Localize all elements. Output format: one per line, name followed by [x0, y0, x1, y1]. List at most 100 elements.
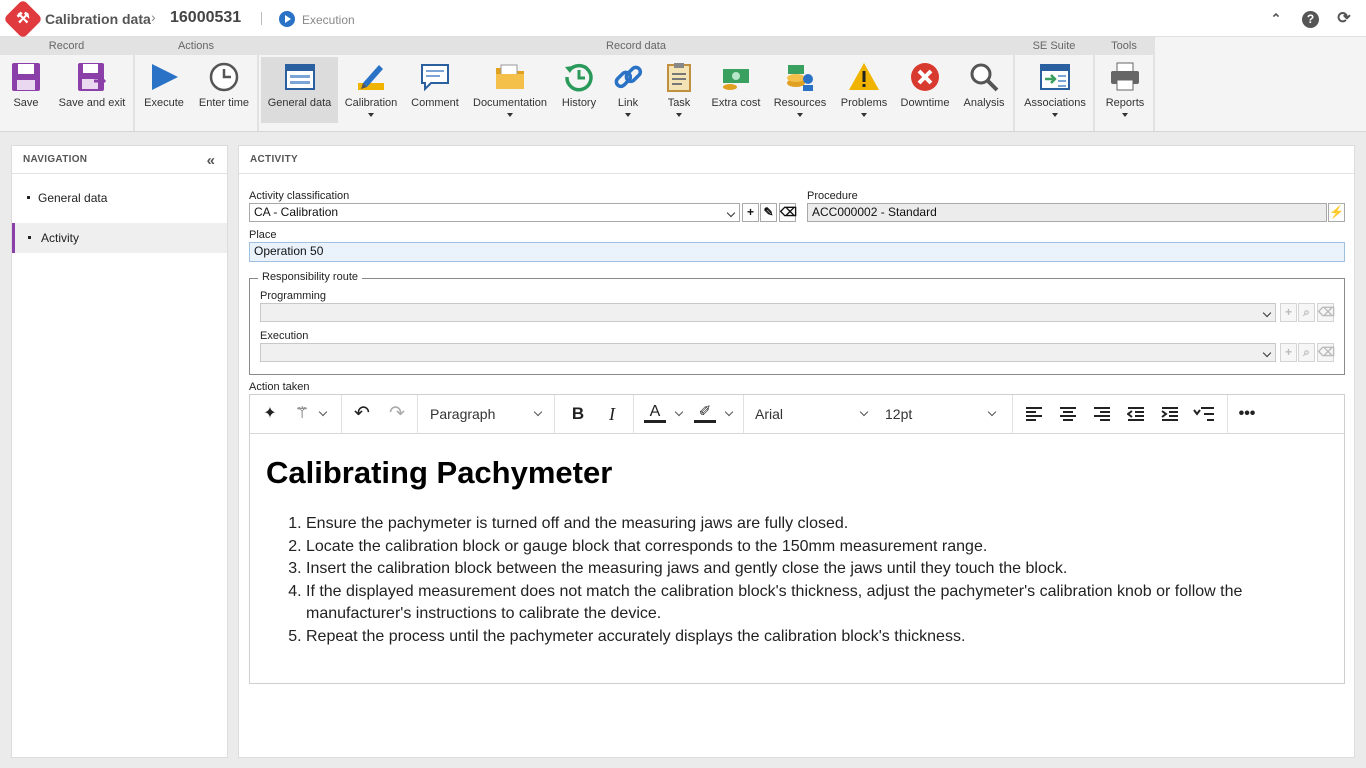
dropdown-caret	[368, 113, 374, 117]
ai-sparkle-icon[interactable]: ✦	[258, 403, 282, 425]
magic-wand-icon[interactable]: ⚚	[290, 403, 314, 425]
nav-item-general-data[interactable]: General data	[12, 183, 227, 213]
resources-button[interactable]: Resources	[769, 57, 831, 123]
navigation-panel: NAVIGATION « General data Activity	[11, 145, 228, 758]
italic-icon[interactable]: I	[600, 403, 624, 425]
toolbar-divider	[341, 395, 342, 434]
list-item: Repeat the process until the pachymeter …	[306, 626, 1328, 649]
clear-eraser-icon: ⌫	[1317, 303, 1335, 322]
history-button[interactable]: History	[555, 57, 603, 123]
group-header: SE Suite	[1015, 37, 1093, 55]
add-icon: +	[1280, 343, 1297, 362]
text-color-icon[interactable]: A	[644, 403, 666, 423]
calibration-button[interactable]: Calibration	[341, 57, 401, 123]
analysis-button[interactable]: Analysis	[958, 57, 1010, 123]
clock-icon	[209, 62, 239, 92]
chevron-down-icon[interactable]	[987, 407, 997, 417]
lightning-icon[interactable]: ⚡	[1328, 203, 1345, 222]
align-left-icon[interactable]	[1025, 407, 1043, 421]
printer-icon	[1111, 62, 1139, 91]
font-family-select[interactable]: Arial	[755, 406, 783, 422]
steps-list: Ensure the pachymeter is turned off and …	[266, 513, 1328, 648]
folder-icon	[496, 64, 524, 89]
ribbon-group-actions: Actions Execute Enter time	[135, 37, 259, 131]
app-logo[interactable]: ⚒	[3, 0, 43, 39]
toolbar-divider	[554, 395, 555, 434]
editor-content[interactable]: Calibrating Pachymeter Ensure the pachym…	[266, 455, 1328, 648]
chevron-down-icon[interactable]	[674, 407, 684, 417]
align-right-icon[interactable]	[1093, 407, 1111, 421]
record-id: 16000531	[170, 9, 242, 26]
comment-button[interactable]: Comment	[406, 57, 464, 123]
play-icon	[152, 64, 178, 90]
procedure-label: Procedure	[807, 190, 858, 202]
block-format-select[interactable]: Paragraph	[430, 406, 495, 422]
dropdown-caret	[797, 113, 803, 117]
nav-item-activity[interactable]: Activity	[12, 223, 227, 253]
navigation-header: NAVIGATION	[12, 146, 227, 174]
help-icon[interactable]: ?	[1302, 11, 1319, 28]
problems-button[interactable]: Problems	[835, 57, 893, 123]
chevron-down-icon[interactable]	[533, 407, 543, 417]
activity-classification-select[interactable]: CA - Calibration	[249, 203, 740, 222]
save-and-exit-button[interactable]: Save and exit	[54, 57, 130, 123]
indent-icon[interactable]	[1161, 407, 1179, 421]
divider	[261, 12, 262, 25]
ribbon-group-se-suite: SE Suite Associations	[1015, 37, 1095, 131]
collapse-left-icon[interactable]: «	[207, 152, 215, 169]
module-title[interactable]: Calibration data	[45, 11, 151, 27]
link-button[interactable]: Link	[607, 57, 649, 123]
collapse-up-icon[interactable]: ⌃	[1268, 11, 1284, 27]
chevron-down-icon[interactable]	[859, 407, 869, 417]
execution-select[interactable]	[260, 343, 1276, 362]
dropdown-caret	[625, 113, 631, 117]
undo-icon[interactable]: ↶	[350, 403, 374, 425]
associations-icon	[1040, 64, 1070, 90]
warning-icon	[849, 63, 879, 90]
resources-icon	[787, 65, 813, 91]
refresh-icon[interactable]: ⟳	[1336, 11, 1352, 27]
dropdown-caret	[861, 113, 867, 117]
general-data-button[interactable]: General data	[261, 57, 338, 123]
dropdown-caret	[1122, 113, 1128, 117]
outdent-icon[interactable]	[1127, 407, 1145, 421]
redo-icon[interactable]: ↷	[385, 403, 409, 425]
highlight-icon[interactable]: ✐	[694, 403, 716, 423]
clear-eraser-icon[interactable]: ⌫	[779, 203, 797, 222]
place-input[interactable]: Operation 50	[249, 242, 1345, 262]
more-options-icon[interactable]: •••	[1235, 403, 1259, 425]
chevron-right-icon: ›	[151, 9, 156, 25]
activity-classification-label: Activity classification	[249, 190, 350, 202]
align-center-icon[interactable]	[1059, 407, 1077, 421]
content-heading: Calibrating Pachymeter	[266, 455, 613, 490]
bold-icon[interactable]: B	[566, 403, 590, 425]
extra-cost-button[interactable]: Extra cost	[706, 57, 766, 123]
ribbon-toolbar: Record Save Save and exit Actions Execut…	[0, 37, 1366, 132]
rich-text-editor: ✦ ⚚ ↶ ↷ Paragraph B I A ✐ Arial 12pt •••…	[249, 394, 1345, 684]
comment-icon	[421, 64, 449, 92]
execute-button[interactable]: Execute	[139, 57, 189, 123]
line-height-icon[interactable]	[1193, 407, 1215, 421]
execution-label: Execution	[260, 330, 309, 342]
magnifier-icon	[970, 63, 999, 92]
history-icon	[565, 63, 593, 92]
edit-pencil-icon[interactable]: ✎	[760, 203, 777, 222]
font-size-select[interactable]: 12pt	[885, 406, 912, 422]
programming-select[interactable]	[260, 303, 1276, 322]
add-icon[interactable]: +	[742, 203, 759, 222]
chevron-down-icon[interactable]	[318, 407, 328, 417]
downtime-button[interactable]: Downtime	[897, 57, 953, 123]
chevron-down-icon[interactable]	[724, 407, 734, 417]
documentation-button[interactable]: Documentation	[469, 57, 551, 123]
editor-toolbar: ✦ ⚚ ↶ ↷ Paragraph B I A ✐ Arial 12pt •••	[250, 395, 1344, 434]
task-button[interactable]: Task	[656, 57, 702, 123]
list-item: Locate the calibration block or gauge bl…	[306, 536, 1328, 559]
procedure-field: ACC000002 - Standard	[807, 203, 1327, 222]
ribbon-group-record-data: Record data General data Calibration Com…	[259, 37, 1015, 131]
ribbon-group-record: Record Save Save and exit	[0, 37, 135, 131]
chain-link-icon	[614, 65, 643, 89]
enter-time-button[interactable]: Enter time	[193, 57, 255, 123]
save-button[interactable]: Save	[2, 57, 50, 123]
associations-button[interactable]: Associations	[1019, 57, 1091, 123]
reports-button[interactable]: Reports	[1101, 57, 1149, 123]
